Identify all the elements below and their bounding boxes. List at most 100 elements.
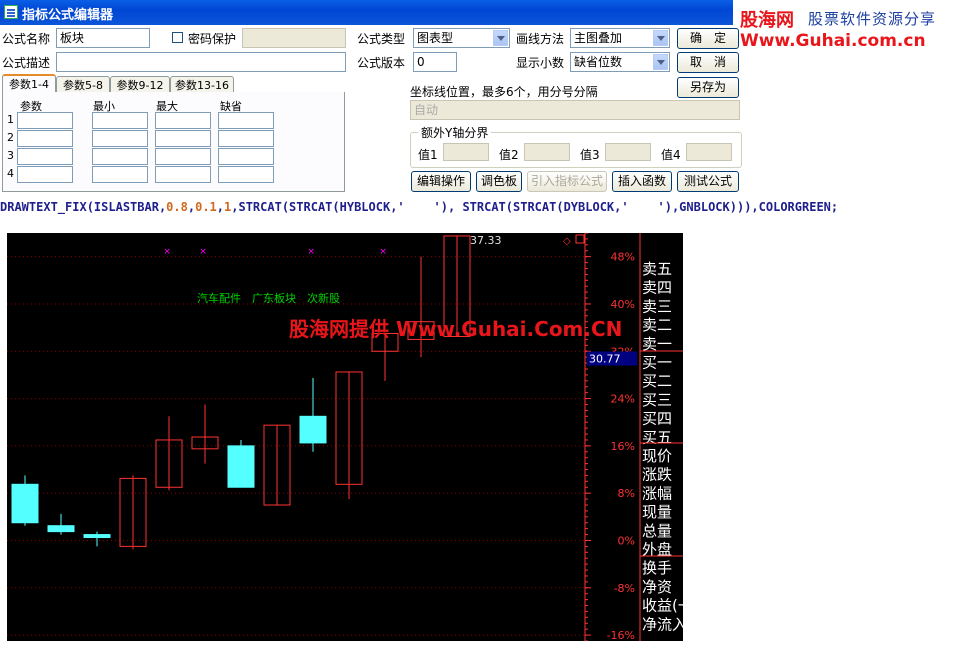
val1-label: 值1 (418, 148, 438, 162)
saveas-button[interactable]: 另存为 (677, 77, 739, 98)
password-checkbox[interactable] (172, 32, 183, 43)
box-icon (575, 234, 585, 244)
param-cell[interactable] (92, 112, 148, 129)
palette-button[interactable]: 调色板 (476, 171, 522, 192)
param-cell[interactable] (155, 148, 211, 165)
version-input[interactable]: 0 (413, 52, 457, 72)
param-cell[interactable] (17, 166, 73, 183)
desc-input[interactable] (56, 52, 346, 72)
candle-body (11, 483, 39, 524)
param-cell[interactable] (218, 148, 274, 165)
top-marker: × (307, 247, 315, 257)
formula-editor[interactable]: DRAWTEXT_FIX(ISLASTBAR,0.8,0.1,1,STRCAT(… (0, 197, 959, 217)
formula-part: , (216, 200, 225, 214)
quote-label: 现价 (642, 447, 672, 465)
watermark-url: Www.Guhai.com.cn (740, 31, 926, 51)
param-cell[interactable] (17, 112, 73, 129)
axis-pos-input: 自动 (410, 100, 740, 120)
candle-body (83, 534, 111, 539)
param-row-label: 1 (7, 113, 14, 126)
password-input (242, 28, 346, 48)
quote-label: 买四 (642, 410, 672, 428)
cancel-button[interactable]: 取 消 (677, 52, 739, 73)
val3-input (605, 143, 651, 161)
param-cell[interactable] (92, 166, 148, 183)
decimal-label: 显示小数 (516, 56, 565, 70)
quote-label: 买二 (642, 372, 672, 390)
window-title: 指标公式编辑器 (22, 8, 114, 23)
quote-label: 净资 (642, 578, 672, 596)
quote-label: 涨幅 (642, 484, 672, 502)
top-marker: × (199, 247, 207, 257)
chart-watermark: 股海网提供 Www.Guhai.Com.CN (289, 317, 622, 341)
quote-label: 收益(一 (642, 597, 683, 615)
extra-y-label: 额外Y轴分界 (418, 124, 492, 141)
y-tick-label: 24% (611, 393, 635, 406)
decimal-select-value: 缺省位数 (574, 55, 623, 69)
param-cell[interactable] (218, 130, 274, 147)
type-select-value: 图表型 (417, 31, 454, 45)
param-cell[interactable] (92, 130, 148, 147)
quote-label: 卖三 (642, 297, 672, 315)
param-cell[interactable] (92, 148, 148, 165)
val4-label: 值4 (661, 148, 681, 162)
param-cell[interactable] (17, 130, 73, 147)
candle-body (47, 525, 75, 533)
kline-chart[interactable]: 48%40%32%24%16%8%0%-8%-16%××××37.3330.77… (7, 233, 683, 641)
chevron-down-icon (653, 54, 668, 70)
param-cell[interactable] (155, 112, 211, 129)
formula-part: DRAWTEXT_FIX(ISLASTBAR, (0, 200, 167, 214)
candle-body (227, 445, 255, 488)
watermark-brand: 股海网 (740, 10, 794, 31)
quote-label: 买三 (642, 391, 672, 409)
param-cell[interactable] (155, 166, 211, 183)
desc-label: 公式描述 (2, 56, 51, 70)
insert-function-button[interactable]: 插入函数 (612, 171, 672, 192)
param-cell[interactable] (17, 148, 73, 165)
param-row-label: 3 (7, 149, 14, 162)
y-tick-label: 40% (611, 298, 635, 311)
y-tick-label: 8% (618, 487, 635, 500)
password-label: 密码保护 (188, 32, 237, 46)
param-cell[interactable] (155, 130, 211, 147)
param-cell[interactable] (218, 166, 274, 183)
diamond-icon: ◇ (563, 236, 571, 247)
import-formula-button[interactable]: 引入指标公式 (527, 171, 607, 192)
decimal-select[interactable]: 缺省位数 (570, 52, 670, 72)
param-row-label: 4 (7, 167, 14, 180)
type-select[interactable]: 图表型 (413, 28, 510, 48)
quote-label: 涨跌 (642, 466, 672, 484)
tab-params-1-4[interactable]: 参数1-4 (2, 74, 56, 94)
name-label: 公式名称 (2, 32, 51, 46)
formula-part: ,STRCAT(STRCAT(HYBLOCK,' '), STRCAT(STRC… (231, 200, 839, 214)
name-input[interactable]: 板块 (56, 28, 150, 48)
quote-label: 净流入 (642, 615, 683, 633)
formula-part: , (187, 200, 196, 214)
block-info-text: 汽车配件 广东板块 次新股 (197, 291, 340, 305)
test-formula-button[interactable]: 测试公式 (677, 171, 739, 192)
formula-number: 0.1 (195, 200, 217, 214)
val4-input (686, 143, 732, 161)
val3-label: 值3 (580, 148, 600, 162)
max-price-label: 37.33 (470, 234, 502, 247)
param-cell[interactable] (218, 112, 274, 129)
type-label: 公式类型 (357, 32, 406, 46)
y-tick-label: 0% (618, 534, 635, 547)
quote-label: 现量 (642, 503, 672, 521)
confirm-button[interactable]: 确 定 (677, 28, 739, 49)
kline-chart-svg: 48%40%32%24%16%8%0%-8%-16%××××37.3330.77… (7, 233, 683, 641)
y-tick-label: -8% (614, 582, 635, 595)
y-tick-label: 16% (611, 440, 635, 453)
candle-body (299, 415, 327, 444)
draw-label: 画线方法 (516, 32, 565, 46)
draw-select[interactable]: 主图叠加 (570, 28, 670, 48)
val1-input (443, 143, 489, 161)
top-marker: × (163, 247, 171, 257)
edit-ops-button[interactable]: 编辑操作 (411, 171, 471, 192)
formula-number: 0.8 (166, 200, 188, 214)
param-row-label: 2 (7, 131, 14, 144)
chevron-down-icon (653, 30, 668, 46)
quote-label: 买五 (642, 428, 672, 446)
quote-label: 买一 (642, 354, 672, 372)
val2-label: 值2 (499, 148, 519, 162)
